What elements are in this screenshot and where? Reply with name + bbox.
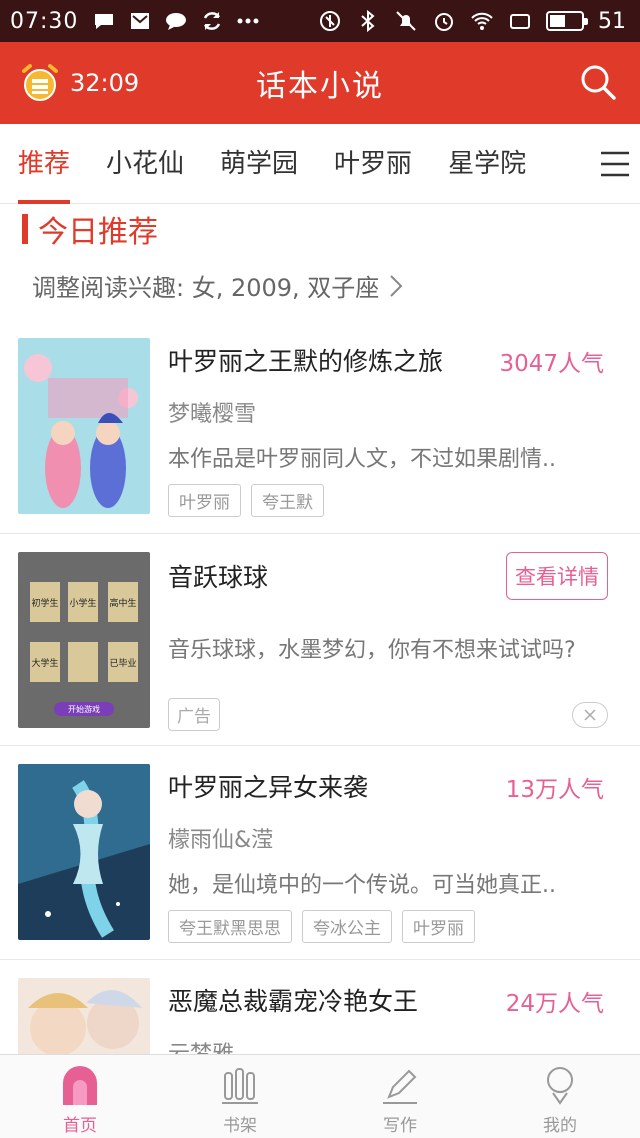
ad-description: 音乐球球，水墨梦幻，你有不想来试试吗? (168, 638, 576, 663)
nav-write[interactable]: 写作 (320, 1055, 480, 1138)
cover-text-3: 高中生 (109, 597, 136, 609)
popularity-count: 13万人气 (505, 777, 604, 803)
section-accent-bar (22, 214, 28, 244)
screen-icon (510, 14, 530, 29)
popularity-count: 24万人气 (505, 991, 604, 1017)
wifi-icon (471, 12, 493, 30)
category-tabs: 推荐 小花仙 萌学园 叶罗丽 星学院 (0, 124, 640, 204)
ad-cover: 初学生 小学生 高中生 大学生 已毕业 开始游戏 (18, 552, 150, 728)
book-title: 恶魔总裁霸宠冷艳女王 (168, 987, 419, 1016)
book-tag[interactable]: 叶罗丽 (402, 910, 475, 943)
section-title: 今日推荐 (38, 215, 158, 250)
book-author: 檬雨仙&滢 (168, 828, 274, 853)
cover-text-1: 初学生 (31, 597, 58, 609)
tab-yeluoli[interactable]: 叶罗丽 (334, 124, 412, 204)
sync-icon (204, 12, 221, 30)
nav-write-label: 写作 (383, 1116, 417, 1136)
cover-text-2: 小学生 (69, 597, 96, 609)
book-item[interactable]: 恶魔总裁霸宠冷艳女王 24万人气 云梦雅 (0, 960, 640, 1054)
section-header: 今日推荐 (22, 208, 158, 250)
book-tag[interactable]: 夸冰公主 (302, 910, 392, 943)
nav-mine[interactable]: 我的 (480, 1055, 640, 1138)
book-author: 梦曦樱雪 (168, 402, 257, 427)
search-icon[interactable] (578, 62, 618, 102)
menu-icon[interactable] (600, 150, 630, 178)
book-item[interactable]: 叶罗丽之王默的修炼之旅 3047人气 梦曦樱雪 本作品是叶罗丽同人文，不过如果剧… (0, 320, 640, 534)
book-tag[interactable]: 叶罗丽 (168, 484, 241, 517)
ad-item[interactable]: 初学生 小学生 高中生 大学生 已毕业 开始游戏 音跃球球 查看详情 音乐球球，… (0, 534, 640, 746)
mail-icon (131, 13, 150, 29)
mute-icon (396, 11, 416, 31)
ad-title: 音跃球球 (168, 563, 269, 592)
cover-text-5: 已毕业 (109, 657, 136, 669)
profile-icon (547, 1067, 573, 1105)
nav-mine-label: 我的 (543, 1116, 577, 1136)
book-tags: 夸王默黑思思 夸冰公主 叶罗丽 (168, 910, 475, 943)
cover-start-button: 开始游戏 (68, 704, 100, 714)
close-icon (584, 709, 596, 721)
more-icon (237, 18, 259, 24)
book-title: 叶罗丽之异女来袭 (168, 773, 369, 802)
pen-icon (383, 1069, 417, 1104)
book-tag[interactable]: 夸王默 (251, 484, 324, 517)
cover-text-4: 大学生 (31, 657, 58, 669)
book-description: 她，是仙境中的一个传说。可当她真正.. (168, 873, 556, 898)
nav-home[interactable]: 首页 (0, 1055, 160, 1138)
battery-level (550, 15, 565, 27)
tab-xingxueyuan[interactable]: 星学院 (448, 124, 526, 204)
status-time: 07:30 (10, 8, 79, 34)
status-bar: 07:30 51 (0, 0, 640, 42)
bottom-navigation: 首页 书架 写作 我的 (0, 1054, 640, 1138)
notification-icons (92, 9, 260, 33)
reading-timer[interactable]: 32:09 (18, 61, 139, 105)
bookshelf-icon (222, 1068, 258, 1104)
close-ad-button[interactable] (572, 702, 608, 728)
tab-recommend[interactable]: 推荐 (18, 124, 71, 204)
message-icon (166, 13, 187, 30)
bluetooth-icon (361, 9, 375, 33)
nav-bookshelf-label: 书架 (223, 1116, 257, 1136)
nav-home-label: 首页 (63, 1116, 97, 1136)
book-cover (18, 978, 150, 1054)
nav-bookshelf[interactable]: 书架 (160, 1055, 320, 1138)
home-icon (63, 1066, 97, 1105)
battery-percent: 51 (598, 8, 626, 34)
book-cover (18, 764, 150, 940)
adjust-interest-link[interactable]: 调整阅读兴趣: 女, 2009, 双子座 (32, 268, 403, 303)
interest-text: 调整阅读兴趣: 女, 2009, 双子座 (32, 274, 380, 302)
chevron-right-icon (390, 274, 403, 297)
alarm-clock-icon (22, 64, 58, 101)
system-icons: 51 (318, 9, 626, 34)
tab-mengxueyuan[interactable]: 萌学园 (220, 124, 298, 204)
timer-value: 32:09 (70, 69, 140, 97)
ad-badge: 广告 (168, 698, 220, 731)
book-title: 叶罗丽之王默的修炼之旅 (168, 347, 444, 376)
chat-bubble-icon (95, 14, 114, 29)
battery-icon (546, 11, 588, 31)
popularity-count: 3047人气 (499, 351, 604, 377)
app-bar: 32:09 话本小说 (0, 42, 640, 124)
book-author: 云梦雅 (168, 1036, 234, 1054)
view-details-button[interactable]: 查看详情 (506, 552, 608, 600)
book-cover (18, 338, 150, 514)
book-item[interactable]: 叶罗丽之异女来袭 13万人气 檬雨仙&滢 她，是仙境中的一个传说。可当她真正..… (0, 746, 640, 960)
alarm-icon (435, 13, 453, 31)
book-tag[interactable]: 夸王默黑思思 (168, 910, 292, 943)
book-description: 本作品是叶罗丽同人文，不过如果剧情.. (168, 447, 556, 472)
tab-xiaohuaxian[interactable]: 小花仙 (106, 124, 184, 204)
nfc-icon (320, 11, 340, 31)
book-tags: 叶罗丽 夸王默 (168, 484, 324, 517)
